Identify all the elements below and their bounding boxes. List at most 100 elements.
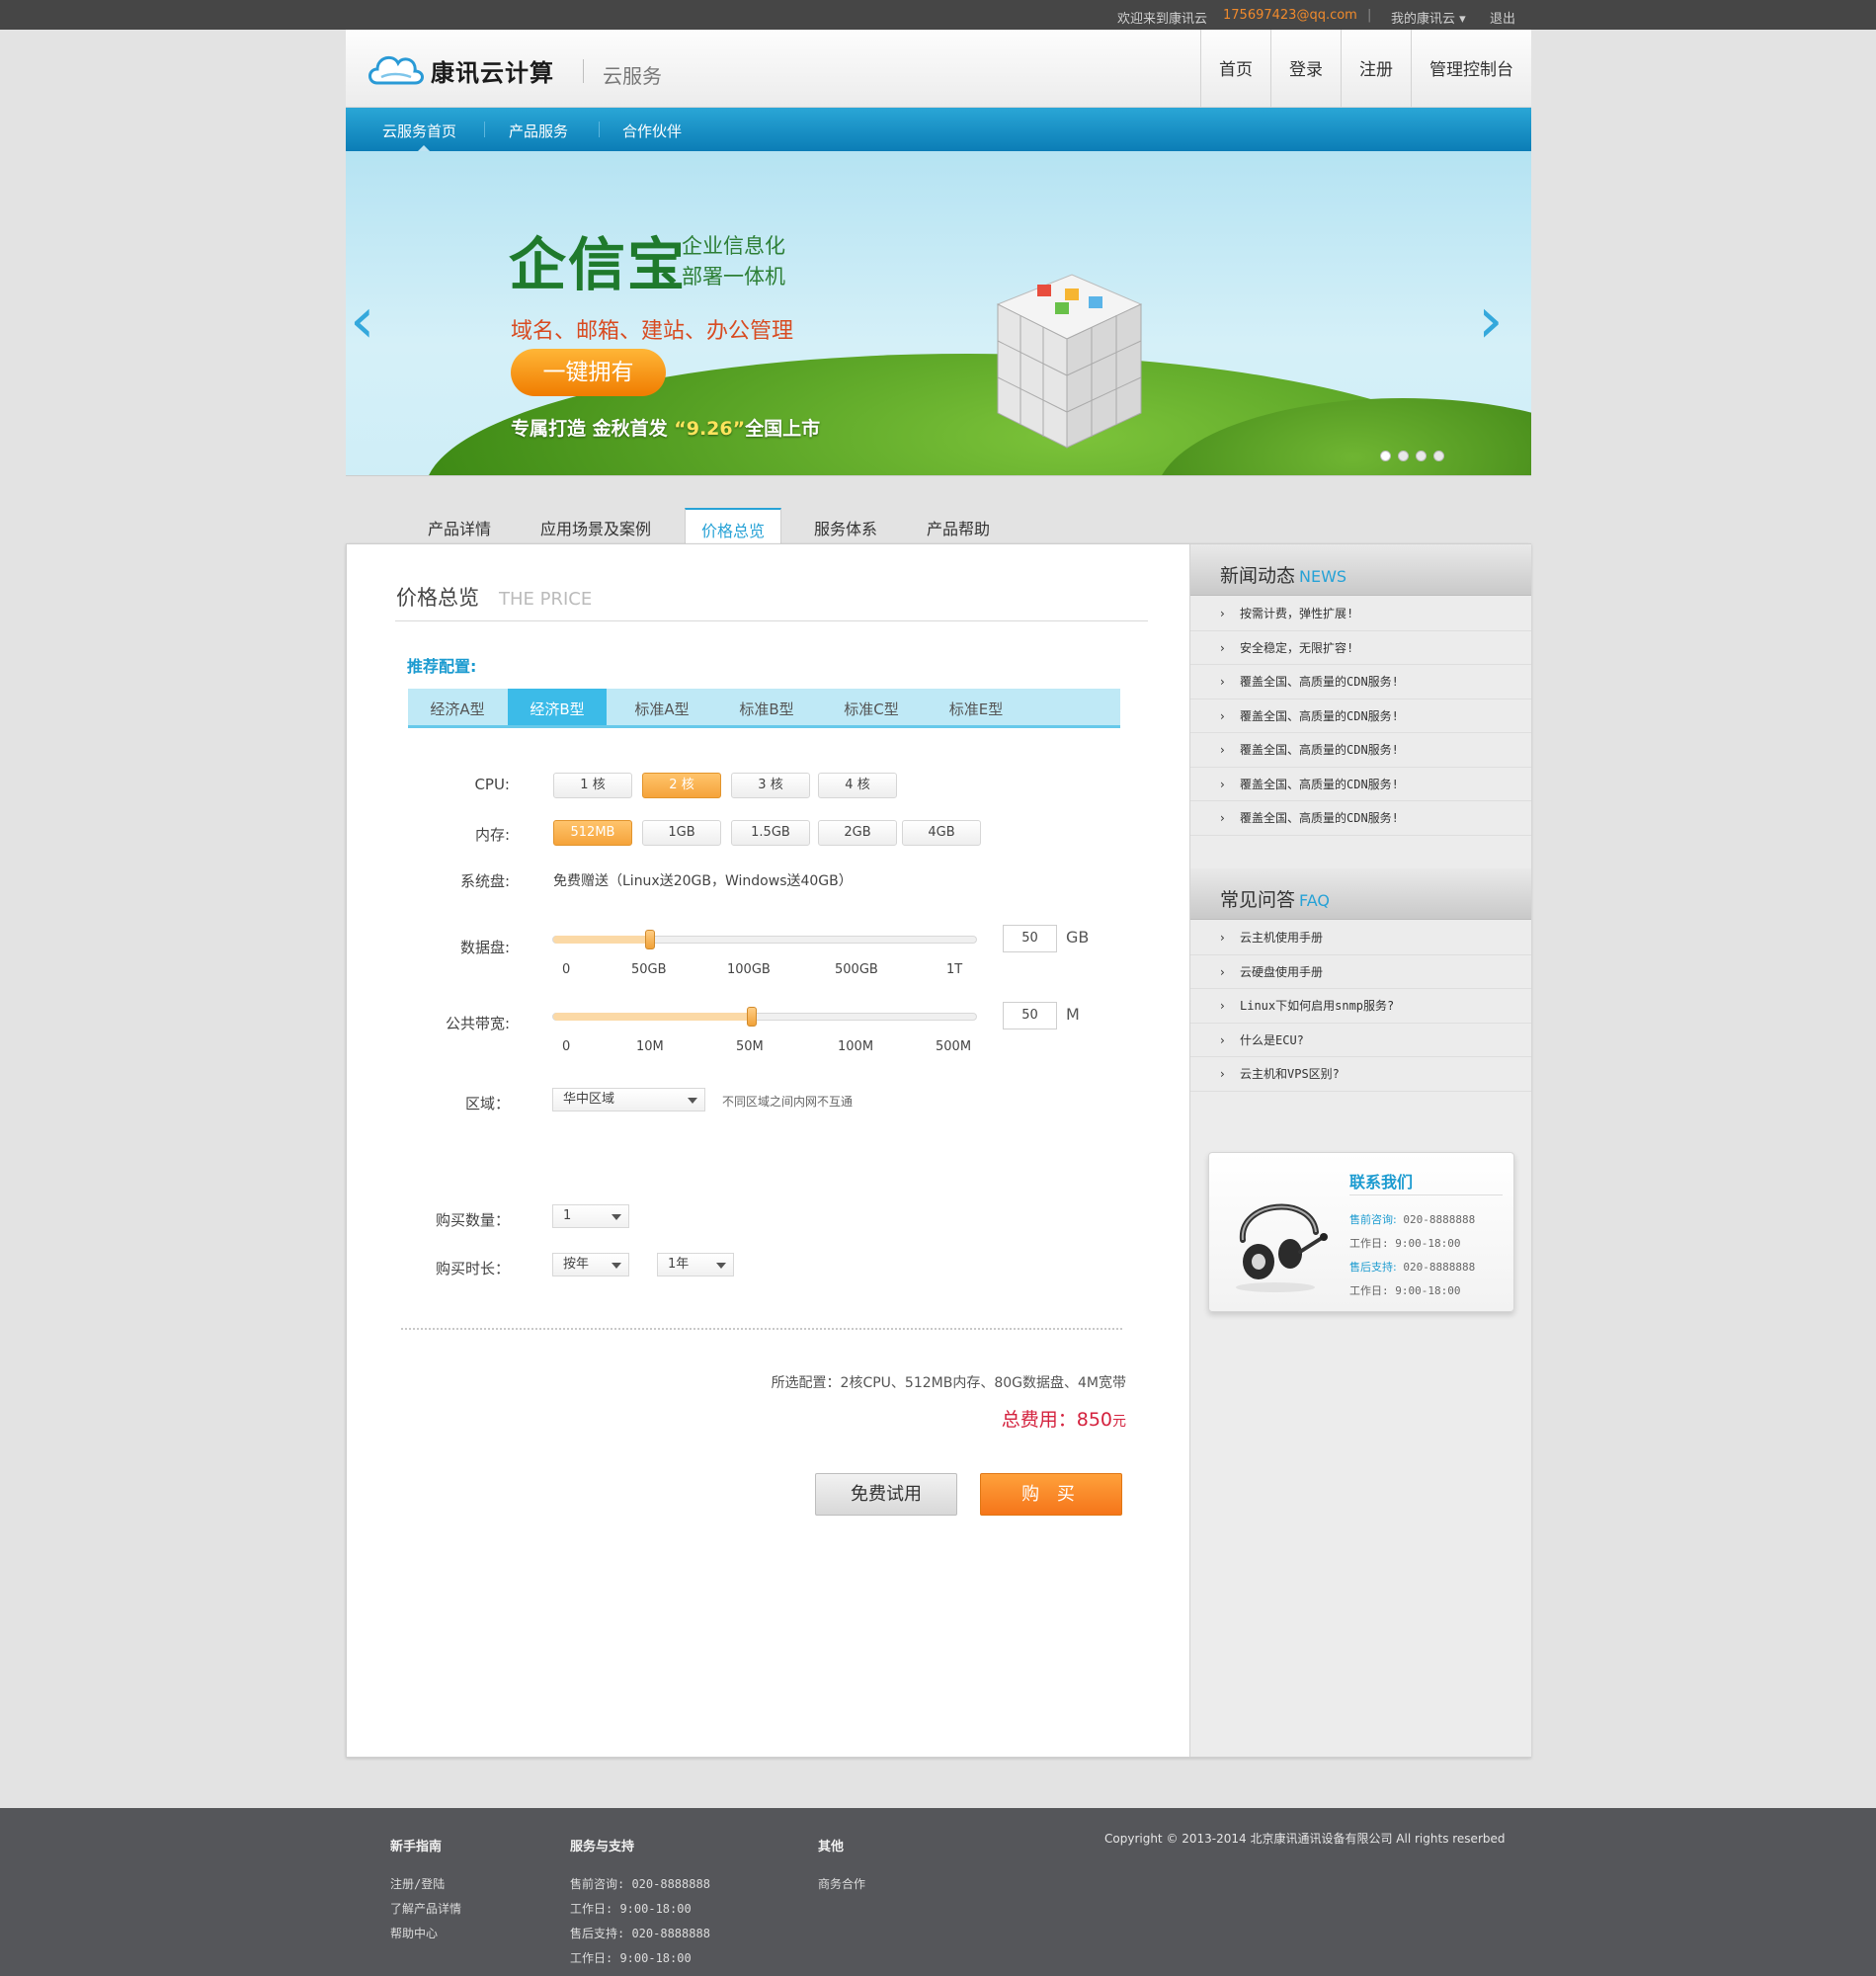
preset-tab[interactable]: 标准E型 <box>927 689 1025 725</box>
cpu-option[interactable]: 4 核 <box>818 773 897 798</box>
memory-option-selected[interactable]: 512MB <box>553 820 632 846</box>
faq-item-label: 云主机使用手册 <box>1240 931 1324 945</box>
faq-item[interactable]: › Linux下如何启用snmp服务? <box>1190 989 1531 1024</box>
banner-launch-tag: 专属打造 金秋首发 “9.26”全国上市 <box>511 414 820 441</box>
total-value: 850 <box>1076 1409 1112 1431</box>
headset-icon <box>1236 1203 1328 1292</box>
aftersale-hours: 工作日: 9:00-18:00 <box>1349 1284 1461 1297</box>
bandwidth-slider[interactable] <box>552 1007 977 1027</box>
preset-tab[interactable]: 标准C型 <box>822 689 921 725</box>
banner-dot[interactable] <box>1433 451 1444 461</box>
slider-handle[interactable] <box>747 1007 757 1027</box>
banner-dot[interactable] <box>1416 451 1427 461</box>
footer-link[interactable]: 商务合作 <box>818 1875 865 1892</box>
data-disk-unit: GB <box>1066 928 1090 947</box>
data-disk-label: 数据盘: <box>459 939 510 956</box>
logout-link[interactable]: 退出 <box>1490 8 1515 27</box>
memory-option[interactable]: 1GB <box>642 820 721 846</box>
tab-service-system[interactable]: 服务体系 <box>814 516 877 539</box>
banner-subtitle-line1: 企业信息化 <box>682 234 785 258</box>
slider-tick: 0 <box>562 1039 571 1054</box>
memory-option[interactable]: 2GB <box>818 820 897 846</box>
brand-name[interactable]: 康讯云计算 <box>431 53 554 88</box>
preset-tab-active[interactable]: 经济B型 <box>508 689 607 725</box>
region-select[interactable]: 华中区域 <box>552 1088 705 1112</box>
news-item-label: 覆盖全国、高质量的CDN服务! <box>1240 777 1399 791</box>
subnav-partners[interactable]: 合作伙伴 <box>622 121 682 141</box>
banner-dot[interactable] <box>1380 451 1391 461</box>
tab-product-details[interactable]: 产品详情 <box>428 516 491 539</box>
presale-label: 售前咨询: <box>1349 1213 1397 1226</box>
chevron-right-icon: › <box>1220 1067 1225 1081</box>
news-item[interactable]: › 安全稳定，无限扩容! <box>1190 631 1531 665</box>
footer-link[interactable]: 帮助中心 <box>390 1925 438 1941</box>
contact-divider <box>1349 1194 1503 1195</box>
dropdown-arrow-icon <box>688 1098 697 1104</box>
news-item[interactable]: › 覆盖全国、高质量的CDN服务! <box>1190 768 1531 801</box>
cube-illustration <box>996 274 1143 449</box>
cloud-logo-icon[interactable] <box>366 47 425 89</box>
quantity-select[interactable]: 1 <box>552 1204 629 1228</box>
memory-option[interactable]: 4GB <box>902 820 981 846</box>
welcome-text: 欢迎来到康讯云 <box>1117 12 1208 27</box>
news-item[interactable]: › 覆盖全国、高质量的CDN服务! <box>1190 733 1531 768</box>
sidebar: 新闻动态 NEWS › 按需计费，弹性扩展! › 安全稳定，无限扩容! › 覆盖全国、高质量… <box>1189 544 1531 1757</box>
slider-handle[interactable] <box>645 930 655 949</box>
bandwidth-label: 公共带宽: <box>445 1015 510 1032</box>
nav-console[interactable]: 管理控制台 <box>1411 30 1531 108</box>
user-email-link[interactable]: 175697423@qq.com <box>1223 8 1357 23</box>
duration-unit-select[interactable]: 按年 <box>552 1253 629 1276</box>
faq-item[interactable]: › 云主机和VPS区别? <box>1190 1057 1531 1092</box>
banner-title: 企信宝 <box>509 231 688 298</box>
subnav-cloud-home[interactable]: 云服务首页 <box>382 121 456 141</box>
total-label: 总费用： <box>1001 1409 1077 1431</box>
cpu-option-selected[interactable]: 2 核 <box>642 773 721 798</box>
tab-product-help[interactable]: 产品帮助 <box>927 516 990 539</box>
chevron-right-icon: › <box>1220 675 1225 689</box>
nav-register[interactable]: 注册 <box>1341 30 1411 108</box>
preset-tab[interactable]: 经济A型 <box>408 689 507 725</box>
cpu-option[interactable]: 1 核 <box>553 773 632 798</box>
my-account-menu[interactable]: 我的康讯云 ▾ <box>1391 8 1466 27</box>
preset-tab[interactable]: 标准B型 <box>717 689 816 725</box>
footer-link[interactable]: 注册/登陆 <box>390 1875 445 1892</box>
buy-button[interactable]: 购 买 <box>980 1473 1122 1516</box>
system-disk-text: 免费赠送（Linux送20GB，Windows送40GB） <box>553 873 853 889</box>
free-trial-button[interactable]: 免费试用 <box>815 1473 957 1516</box>
faq-item[interactable]: › 云硬盘使用手册 <box>1190 955 1531 989</box>
tab-price-overview[interactable]: 价格总览 <box>685 508 782 544</box>
hero-banner[interactable]: ‹ › 企信宝 企业信息化 部署一体机 域名、邮箱、建站、办公管理 一键拥有 专… <box>346 151 1531 476</box>
nav-login[interactable]: 登录 <box>1270 30 1341 108</box>
data-disk-input[interactable]: 50 <box>1003 925 1057 952</box>
banner-cta-button[interactable]: 一键拥有 <box>511 349 666 396</box>
banner-dot[interactable] <box>1398 451 1409 461</box>
cpu-option[interactable]: 3 核 <box>731 773 810 798</box>
footer-support-line: 工作日: 9:00-18:00 <box>570 1902 692 1916</box>
nav-home[interactable]: 首页 <box>1200 30 1270 108</box>
subnav-products[interactable]: 产品服务 <box>509 121 568 141</box>
slider-tick: 10M <box>636 1039 664 1054</box>
preset-tab[interactable]: 标准A型 <box>612 689 711 725</box>
bandwidth-input[interactable]: 50 <box>1003 1002 1057 1029</box>
quantity-label: 购买数量： <box>435 1211 510 1229</box>
tab-use-cases[interactable]: 应用场景及案例 <box>540 516 651 539</box>
faq-item[interactable]: › 什么是ECU? <box>1190 1024 1531 1057</box>
news-item[interactable]: › 覆盖全国、高质量的CDN服务! <box>1190 700 1531 733</box>
presale-phone: 020-8888888 <box>1403 1213 1476 1226</box>
faq-item[interactable]: › 云主机使用手册 <box>1190 921 1531 955</box>
system-disk-label: 系统盘: <box>459 872 510 890</box>
duration-select[interactable]: 1年 <box>657 1253 734 1276</box>
news-item[interactable]: › 覆盖全国、高质量的CDN服务! <box>1190 801 1531 836</box>
slider-tick: 50GB <box>631 962 667 977</box>
subnav-divider <box>599 122 600 137</box>
news-list: › 按需计费，弹性扩展! › 安全稳定，无限扩容! › 覆盖全国、高质量的CDN服务! › 覆… <box>1190 597 1531 836</box>
banner-prev-arrow-icon[interactable]: ‹ <box>350 285 375 358</box>
footer-link[interactable]: 了解产品详情 <box>390 1900 461 1917</box>
banner-next-arrow-icon[interactable]: › <box>1478 285 1504 358</box>
news-item[interactable]: › 按需计费，弹性扩展! <box>1190 597 1531 631</box>
news-item[interactable]: › 覆盖全国、高质量的CDN服务! <box>1190 665 1531 700</box>
copyright-text: Copyright © 2013-2014 北京康讯通讯设备有限公司 All r… <box>1104 1832 1506 1846</box>
memory-option[interactable]: 1.5GB <box>731 820 810 846</box>
slider-tick: 500M <box>936 1039 972 1054</box>
data-disk-slider[interactable] <box>552 930 977 949</box>
